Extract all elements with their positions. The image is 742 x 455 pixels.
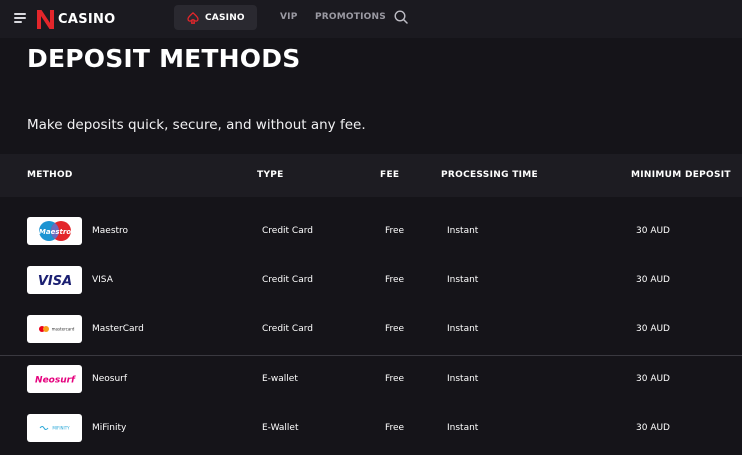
menu-icon[interactable]	[14, 13, 26, 23]
method-fee: Free	[385, 226, 405, 236]
table-row: VISA VISA Credit Card Free Instant 30 AU…	[0, 257, 742, 306]
brand-name: CASINO	[58, 11, 116, 27]
mastercard-logo: mastercard	[27, 315, 82, 343]
nav-tab-casino-label: CASINO	[205, 12, 245, 23]
method-type: E-wallet	[262, 374, 298, 384]
column-header-minimum-deposit: MINIMUM DEPOSIT	[631, 170, 731, 180]
mifinity-logo: MIFINITY	[27, 414, 82, 442]
search-icon[interactable]	[394, 10, 408, 24]
maestro-logo: Maestro	[27, 217, 82, 245]
page-title: DEPOSIT METHODS	[27, 44, 301, 73]
method-fee: Free	[385, 423, 405, 433]
spade-icon	[187, 11, 199, 24]
table-row: Maestro Maestro Credit Card Free Instant…	[0, 208, 742, 257]
column-header-processing-time: PROCESSING TIME	[441, 170, 538, 180]
method-type: Credit Card	[262, 226, 313, 236]
method-fee: Free	[385, 374, 405, 384]
method-name: Neosurf	[92, 374, 128, 384]
method-minimum-deposit: 30 AUD	[636, 374, 670, 384]
method-name: MasterCard	[92, 324, 144, 334]
method-name: MiFinity	[92, 423, 127, 433]
column-header-method: METHOD	[27, 170, 73, 180]
page-subtitle: Make deposits quick, secure, and without…	[27, 117, 366, 133]
method-processing-time: Instant	[447, 423, 479, 433]
logo-n-icon	[37, 9, 54, 29]
top-nav-bar: CASINO CASINO VIP PROMOTIONS	[0, 0, 742, 38]
svg-text:MIFINITY: MIFINITY	[52, 426, 70, 431]
method-minimum-deposit: 30 AUD	[636, 275, 670, 285]
neosurf-logo: Neosurf	[27, 365, 82, 393]
table-row: Neosurf Neosurf E-wallet Free Instant 30…	[0, 355, 742, 404]
nav-link-vip[interactable]: VIP	[280, 12, 298, 22]
svg-text:mastercard: mastercard	[51, 327, 74, 332]
method-type: E-Wallet	[262, 423, 299, 433]
table-row: MIFINITY MiFinity E-Wallet Free Instant …	[0, 405, 742, 454]
method-processing-time: Instant	[447, 226, 479, 236]
method-processing-time: Instant	[447, 374, 479, 384]
svg-text:VISA: VISA	[37, 274, 71, 289]
method-minimum-deposit: 30 AUD	[636, 423, 670, 433]
method-fee: Free	[385, 275, 405, 285]
nav-tab-casino[interactable]: CASINO	[174, 5, 257, 30]
column-header-fee: FEE	[380, 170, 400, 180]
method-minimum-deposit: 30 AUD	[636, 324, 670, 334]
svg-text:Maestro: Maestro	[38, 228, 70, 236]
method-name: VISA	[92, 275, 113, 285]
method-type: Credit Card	[262, 324, 313, 334]
column-header-type: TYPE	[257, 170, 284, 180]
method-minimum-deposit: 30 AUD	[636, 226, 670, 236]
method-type: Credit Card	[262, 275, 313, 285]
nav-link-promotions[interactable]: PROMOTIONS	[315, 12, 386, 22]
method-fee: Free	[385, 324, 405, 334]
table-row: mastercard MasterCard Credit Card Free I…	[0, 306, 742, 355]
visa-logo: VISA	[27, 266, 82, 294]
brand-logo[interactable]: CASINO	[37, 9, 116, 29]
method-processing-time: Instant	[447, 275, 479, 285]
svg-text:Neosurf: Neosurf	[35, 376, 76, 386]
method-name: Maestro	[92, 226, 129, 236]
table-header: METHOD TYPE FEE PROCESSING TIME MINIMUM …	[0, 154, 742, 197]
method-processing-time: Instant	[447, 324, 479, 334]
